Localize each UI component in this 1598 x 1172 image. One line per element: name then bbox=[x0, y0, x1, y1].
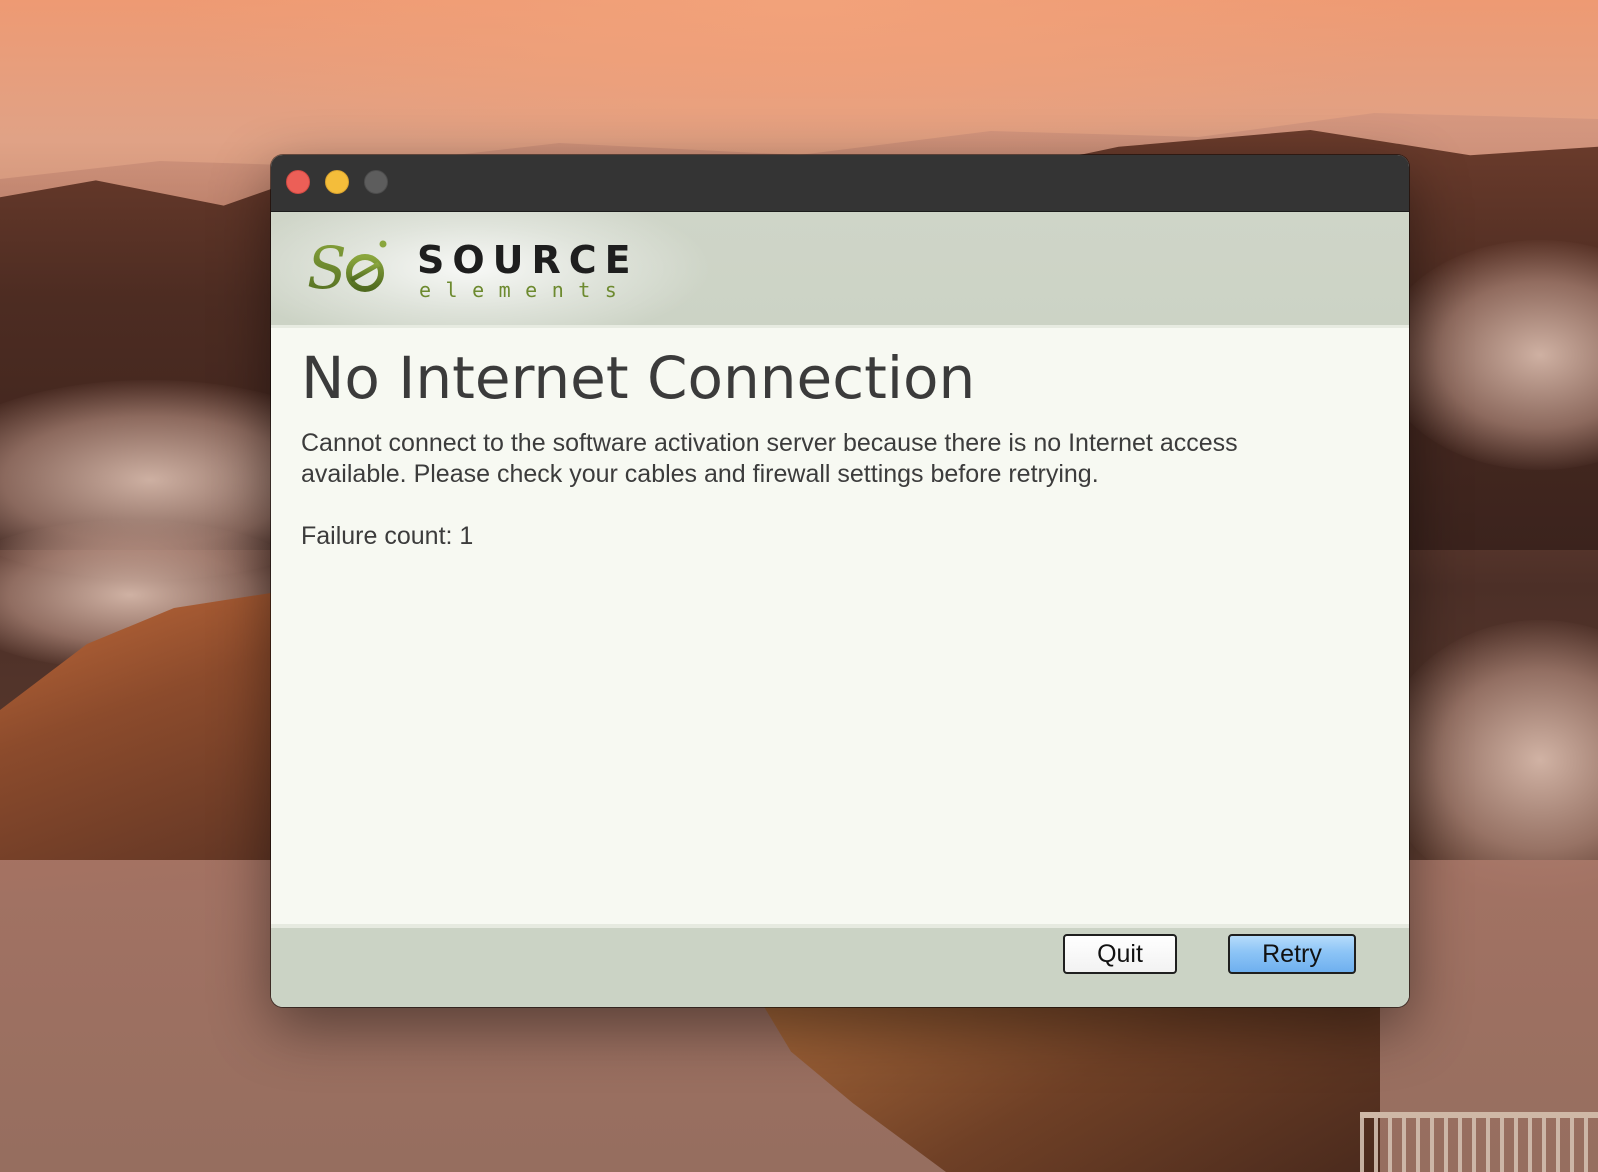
zoom-icon[interactable] bbox=[364, 170, 388, 194]
dialog-content: No Internet Connection Cannot connect to… bbox=[271, 328, 1409, 922]
logo-mark-text: S bbox=[307, 236, 347, 298]
logo-tagline: elements bbox=[419, 278, 632, 302]
close-icon[interactable] bbox=[286, 170, 310, 194]
activation-dialog-window: S SOURCE elements No Internet Connection… bbox=[271, 155, 1409, 1007]
window-titlebar[interactable] bbox=[271, 155, 1409, 212]
dialog-footer: Quit Retry bbox=[271, 924, 1409, 1007]
wallpaper-cloud bbox=[1380, 620, 1598, 900]
quit-button[interactable]: Quit bbox=[1063, 934, 1177, 974]
failure-count-label: Failure count: 1 bbox=[301, 522, 474, 550]
logo-wordmark: SOURCE bbox=[417, 238, 639, 282]
source-elements-logo-icon: S bbox=[307, 236, 387, 298]
dialog-message: Cannot connect to the software activatio… bbox=[301, 429, 1238, 488]
retry-button[interactable]: Retry bbox=[1228, 934, 1356, 974]
minimize-icon[interactable] bbox=[325, 170, 349, 194]
dialog-title: No Internet Connection bbox=[301, 344, 976, 412]
wallpaper-bridge bbox=[1360, 1112, 1598, 1172]
brand-banner: S SOURCE elements bbox=[271, 212, 1409, 328]
